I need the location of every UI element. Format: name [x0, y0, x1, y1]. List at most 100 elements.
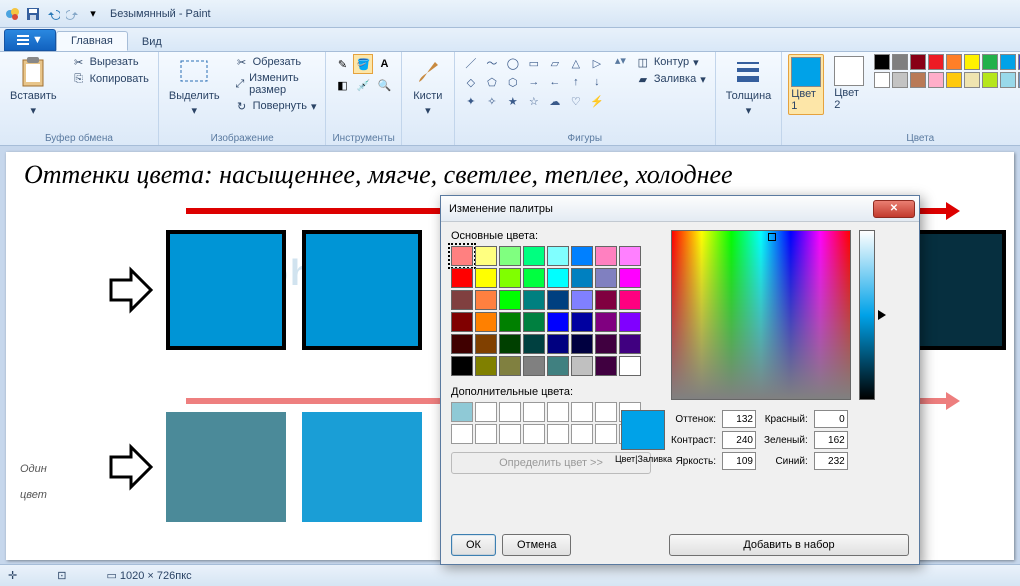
copy-button[interactable]: ⎘Копировать	[69, 71, 152, 87]
sat-input[interactable]	[722, 431, 756, 449]
text-tool[interactable]: A	[374, 54, 394, 74]
tab-home[interactable]: Главная	[56, 31, 128, 51]
picker-tool[interactable]: 💉	[353, 75, 373, 95]
color2-button[interactable]: Цвет 2	[832, 54, 866, 113]
palette-color[interactable]	[964, 54, 980, 70]
redo-icon[interactable]	[64, 5, 82, 23]
basic-color[interactable]	[499, 246, 521, 266]
qat-dropdown-icon[interactable]: ▾	[84, 5, 102, 23]
basic-color[interactable]	[595, 268, 617, 288]
basic-color[interactable]	[523, 246, 545, 266]
resize-button[interactable]: ⤢Изменить размер	[232, 71, 320, 97]
cut-button[interactable]: ✂Вырезать	[69, 54, 152, 70]
palette-color[interactable]	[928, 72, 944, 88]
zoom-tool[interactable]: 🔍	[374, 75, 394, 95]
basic-color[interactable]	[499, 334, 521, 354]
basic-color[interactable]	[595, 290, 617, 310]
basic-color[interactable]	[499, 268, 521, 288]
basic-color[interactable]	[499, 312, 521, 332]
basic-color[interactable]	[595, 312, 617, 332]
basic-color[interactable]	[619, 356, 641, 376]
basic-color[interactable]	[571, 290, 593, 310]
green-input[interactable]	[814, 431, 848, 449]
basic-color[interactable]	[451, 268, 473, 288]
basic-color[interactable]	[451, 356, 473, 376]
palette-color[interactable]	[928, 54, 944, 70]
basic-color[interactable]	[571, 268, 593, 288]
luminance-arrow-icon[interactable]	[878, 310, 886, 320]
paste-button[interactable]: Вставить▾	[6, 54, 61, 119]
basic-color[interactable]	[475, 290, 497, 310]
size-button[interactable]: Толщина▾	[722, 54, 776, 119]
basic-color[interactable]	[523, 268, 545, 288]
eraser-tool[interactable]: ◧	[332, 75, 352, 95]
basic-colors-grid[interactable]	[451, 246, 661, 376]
save-icon[interactable]	[24, 5, 42, 23]
basic-color[interactable]	[451, 312, 473, 332]
dialog-titlebar[interactable]: Изменение палитры ✕	[441, 196, 919, 222]
brushes-button[interactable]: Кисти▾	[408, 54, 448, 119]
basic-color[interactable]	[523, 312, 545, 332]
lum-input[interactable]	[722, 452, 756, 470]
basic-color[interactable]	[451, 246, 473, 266]
color-palette[interactable]	[874, 54, 1020, 88]
shapes-gallery[interactable]: ／〜◯▭▱△▷ ◇⬠⬡→←↑↓ ✦✧★☆☁♡⚡	[461, 54, 607, 110]
basic-color[interactable]	[547, 268, 569, 288]
cancel-button[interactable]: Отмена	[502, 534, 571, 556]
basic-color[interactable]	[523, 290, 545, 310]
tab-view[interactable]: Вид	[128, 33, 176, 51]
red-input[interactable]	[814, 410, 848, 428]
ok-button[interactable]: ОК	[451, 534, 496, 556]
palette-color[interactable]	[1000, 54, 1016, 70]
basic-color[interactable]	[547, 312, 569, 332]
hue-input[interactable]	[722, 410, 756, 428]
basic-color[interactable]	[619, 334, 641, 354]
file-menu-button[interactable]: ▼	[4, 29, 56, 51]
fill-button[interactable]: ▰Заливка▾	[633, 71, 709, 87]
palette-color[interactable]	[910, 72, 926, 88]
basic-color[interactable]	[571, 312, 593, 332]
basic-color[interactable]	[523, 334, 545, 354]
basic-color[interactable]	[547, 356, 569, 376]
palette-color[interactable]	[1000, 72, 1016, 88]
basic-color[interactable]	[451, 334, 473, 354]
basic-color[interactable]	[595, 356, 617, 376]
basic-color[interactable]	[499, 290, 521, 310]
palette-color[interactable]	[946, 54, 962, 70]
palette-color[interactable]	[892, 72, 908, 88]
basic-color[interactable]	[571, 356, 593, 376]
basic-color[interactable]	[475, 312, 497, 332]
basic-color[interactable]	[475, 334, 497, 354]
close-button[interactable]: ✕	[873, 200, 915, 218]
basic-color[interactable]	[475, 356, 497, 376]
basic-color[interactable]	[571, 246, 593, 266]
palette-color[interactable]	[892, 54, 908, 70]
basic-color[interactable]	[595, 246, 617, 266]
basic-color[interactable]	[475, 246, 497, 266]
basic-color[interactable]	[523, 356, 545, 376]
basic-color[interactable]	[619, 246, 641, 266]
palette-color[interactable]	[982, 72, 998, 88]
palette-color[interactable]	[874, 72, 890, 88]
paint-app-icon[interactable]	[4, 5, 22, 23]
fill-tool[interactable]: 🪣	[353, 54, 373, 74]
color1-button[interactable]: Цвет 1	[788, 54, 824, 115]
select-button[interactable]: Выделить▾	[165, 54, 224, 119]
outline-button[interactable]: ◫Контур▾	[633, 54, 709, 70]
palette-color[interactable]	[964, 72, 980, 88]
basic-color[interactable]	[547, 290, 569, 310]
basic-color[interactable]	[595, 334, 617, 354]
basic-color[interactable]	[619, 312, 641, 332]
crop-button[interactable]: ✂Обрезать	[232, 54, 320, 70]
color-spectrum[interactable]	[671, 230, 851, 400]
basic-color[interactable]	[619, 290, 641, 310]
palette-color[interactable]	[946, 72, 962, 88]
undo-icon[interactable]	[44, 5, 62, 23]
rotate-button[interactable]: ↻Повернуть▾	[232, 98, 320, 114]
basic-color[interactable]	[451, 290, 473, 310]
palette-color[interactable]	[910, 54, 926, 70]
palette-color[interactable]	[874, 54, 890, 70]
basic-color[interactable]	[547, 246, 569, 266]
basic-color[interactable]	[619, 268, 641, 288]
basic-color[interactable]	[571, 334, 593, 354]
